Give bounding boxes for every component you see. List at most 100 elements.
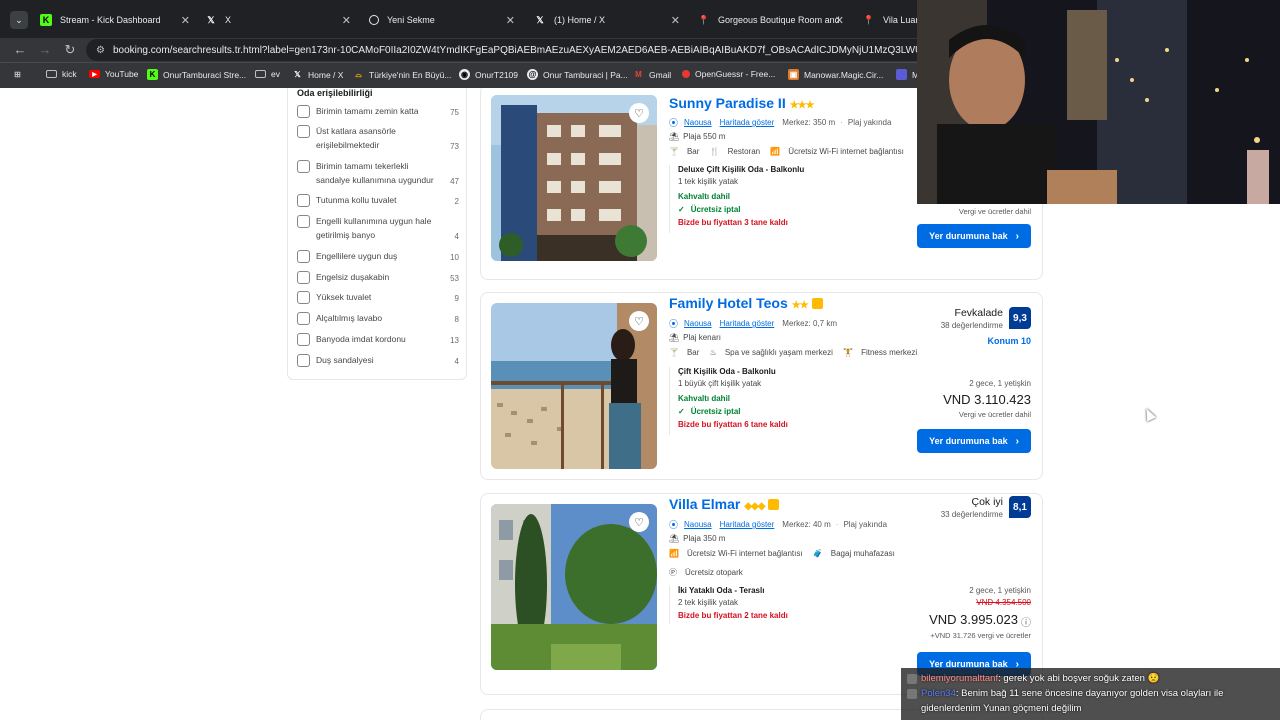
checkbox[interactable] [297, 160, 310, 173]
stay-info: 2 gece, 1 yetişkin [969, 379, 1031, 388]
checkbox[interactable] [297, 291, 310, 304]
wishlist-heart-icon[interactable]: ♡ [629, 311, 649, 331]
bookmark-gmail[interactable]: M Gmail [633, 69, 671, 80]
apps-icon[interactable]: ⊞ [12, 69, 28, 80]
tab-label: Yeni Sekme [387, 15, 435, 25]
preferred-partner-icon [811, 297, 823, 309]
property-location: ⦿ Naousa Haritada göster Merkez: 350 m · … [669, 118, 892, 128]
filter-option[interactable]: Birimin tamamı tekerlekli sandalye kulla… [297, 160, 459, 188]
tab-new-tab[interactable]: Yeni Sekme ✕ [361, 6, 521, 34]
chat-message: bilemiyorumalttanf: gerek yok abi boşver… [907, 671, 1274, 686]
room-info: Çift Kişilik Oda - Balkonlu 1 büyük çift… [669, 367, 859, 435]
hat-icon: ⌓ [355, 69, 362, 79]
filter-option[interactable]: Engelsiz duşakabin 53 [297, 271, 459, 285]
filter-option[interactable]: Banyoda imdat kordonu 13 [297, 333, 459, 347]
filter-option[interactable]: Yüksek tuvalet 9 [297, 291, 459, 305]
property-name[interactable]: Family Hotel Teos ★★ [669, 295, 823, 311]
review-score-badge[interactable]: 8,1 [1009, 496, 1031, 518]
property-photo[interactable]: ♡ [491, 303, 657, 469]
free-cancellation: ✓ Ücretsiz iptal [678, 407, 741, 416]
tab-label: Stream - Kick Dashboard [60, 15, 161, 25]
info-icon[interactable]: ⓘ [1021, 614, 1031, 629]
bookmark-openguessr[interactable]: OpenGuessr - Free... [682, 69, 775, 79]
checkbox[interactable] [297, 354, 310, 367]
spa-icon: ♨ [709, 348, 717, 357]
site-info-icon[interactable]: ⚙ [96, 45, 105, 56]
fitness-icon: 🏋 [843, 348, 854, 357]
wishlist-heart-icon[interactable]: ♡ [629, 512, 649, 532]
filter-option[interactable]: Birimin tamamı zemin katta 75 [297, 105, 459, 119]
beach-distance: ⛱ Plaja 550 m [669, 132, 726, 141]
checkbox[interactable] [297, 271, 310, 284]
close-icon[interactable]: ✕ [181, 14, 190, 27]
bar-icon: 🍸 [669, 348, 679, 357]
property-name[interactable]: Sunny Paradise II ★★★ [669, 95, 815, 111]
bookmark-threads[interactable]: @ Onur Tamburaci | Pa... [527, 69, 628, 80]
filter-option[interactable]: Alçaltılmış lavabo 8 [297, 312, 459, 326]
bookmark-turkiye[interactable]: ⌓ Türkiye'nin En Büyü... [353, 69, 451, 80]
room-title: Deluxe Çift Kişilik Oda - Balkonlu [678, 165, 805, 174]
reload-button[interactable]: ↻ [62, 42, 78, 58]
tab-home-x[interactable]: 𝕏 (1) Home / X ✕ [526, 6, 686, 34]
checkbox[interactable] [297, 333, 310, 346]
checkbox[interactable] [297, 250, 310, 263]
room-title: Çift Kişilik Oda - Balkonlu [678, 367, 776, 376]
amenities: Ⓟ Ücretsiz otopark [669, 568, 743, 577]
bookmark-onurt2109[interactable]: ◉ OnurT2109 [459, 69, 518, 80]
close-icon[interactable]: ✕ [342, 14, 351, 27]
tab-kick-dashboard[interactable]: K Stream - Kick Dashboard ✕ [32, 6, 196, 34]
close-icon[interactable]: ✕ [835, 14, 844, 27]
room-info: Deluxe Çift Kişilik Oda - Balkonlu 1 tek… [669, 165, 859, 233]
bookmark-ev[interactable]: ev [255, 69, 280, 79]
town-link[interactable]: Naousa [684, 118, 712, 127]
town-link[interactable]: Naousa [684, 319, 712, 328]
filter-option[interactable]: Üst katlara asansörle erişilebilmektedir… [297, 125, 459, 153]
checkbox[interactable] [297, 312, 310, 325]
see-availability-button[interactable]: Yer durumuna bak › [917, 224, 1031, 248]
restaurant-icon: 🍴 [709, 147, 720, 156]
address-bar[interactable]: ⚙ booking.com/searchresults.tr.html?labe… [86, 39, 926, 61]
tab-boutique-room[interactable]: 📍 Gorgeous Boutique Room and ✕ [690, 6, 850, 34]
bookmark-youtube[interactable]: ▶ YouTube [89, 69, 138, 79]
property-photo[interactable]: ♡ [491, 504, 657, 670]
bookmark-kick[interactable]: kick [46, 69, 77, 79]
bookmark-home-x[interactable]: 𝕏 Home / X [292, 69, 343, 80]
tax-info: Vergi ve ücretler dahil [958, 410, 1031, 419]
show-on-map-link[interactable]: Haritada göster [720, 118, 775, 127]
review-count[interactable]: 33 değerlendirme [941, 510, 1003, 519]
filter-option[interactable]: Engelli kullanımına uygun hale getirilmi… [297, 215, 459, 243]
town-link[interactable]: Naousa [684, 520, 712, 529]
close-icon[interactable]: ✕ [671, 14, 680, 27]
bar-icon: 🍸 [669, 147, 679, 156]
filter-option[interactable]: Engellilere uygun duş 10 [297, 250, 459, 264]
bed-info: 2 tek kişilik yatak [678, 598, 739, 607]
filter-option[interactable]: Duş sandalyesi 4 [297, 354, 459, 368]
bookmark-m[interactable]: M [896, 69, 919, 80]
property-name[interactable]: Villa Elmar ◆◆◆ [669, 496, 780, 512]
checkbox[interactable] [297, 105, 310, 118]
tab-search-button[interactable]: ⌄ [10, 11, 28, 29]
review-count[interactable]: 38 değerlendirme [941, 321, 1003, 330]
bookmark-manowar[interactable]: ▣ Manowar.Magic.Cir... [788, 69, 883, 80]
property-photo[interactable]: ♡ [491, 95, 657, 261]
review-score-badge[interactable]: 9,3 [1009, 307, 1031, 329]
chat-text: : Benim bağ 11 sene öncesine dayanıyor g… [921, 688, 1224, 714]
bookmark-onurtamburaci-stream[interactable]: K OnurTamburaci Stre... [147, 69, 246, 80]
see-availability-button[interactable]: Yer durumuna bak › [917, 429, 1031, 453]
back-button[interactable]: ← [12, 42, 28, 57]
chat-username: Polen34 [921, 688, 956, 699]
show-on-map-link[interactable]: Haritada göster [720, 319, 775, 328]
wishlist-heart-icon[interactable]: ♡ [629, 103, 649, 123]
checkbox[interactable] [297, 194, 310, 207]
forward-button[interactable]: → [37, 42, 53, 57]
show-on-map-link[interactable]: Haritada göster [720, 520, 775, 529]
checkbox[interactable] [297, 215, 310, 228]
close-icon[interactable]: ✕ [506, 14, 515, 27]
checkbox[interactable] [297, 125, 310, 138]
amenities: 📶 Ücretsiz Wi-Fi internet bağlantısı 🧳 Bag… [669, 549, 895, 558]
tab-vila-luani[interactable]: 📍 Vila Luani - [855, 6, 925, 34]
filter-option[interactable]: Tutunma kollu tuvalet 2 [297, 194, 459, 208]
beach-distance: ⛱ Plaja 350 m [669, 534, 726, 543]
tab-x[interactable]: 𝕏 X ✕ [197, 6, 357, 34]
stay-info: 2 gece, 1 yetişkin [969, 586, 1031, 595]
